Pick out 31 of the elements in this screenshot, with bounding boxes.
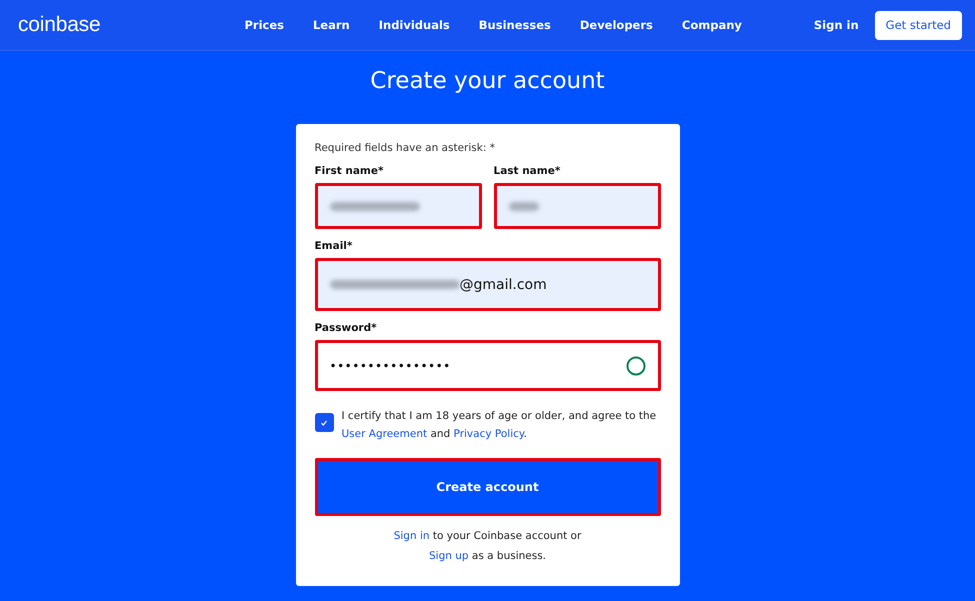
user-agreement-link[interactable]: User Agreement <box>342 428 428 440</box>
nav-link[interactable]: Individuals <box>364 18 464 32</box>
checkbox[interactable] <box>314 413 334 432</box>
privacy-policy-link[interactable]: Privacy Policy <box>454 428 524 440</box>
sign-in-link[interactable]: Sign in <box>394 530 430 542</box>
page-title: Create your account <box>370 68 605 94</box>
input-field[interactable]: @gmail.com <box>314 258 660 311</box>
logo[interactable]: coinbase <box>18 13 100 37</box>
nav-link[interactable]: Prices <box>230 18 298 32</box>
create-account-button[interactable]: Create account <box>314 458 660 516</box>
agreement-text: I certify that I am 18 years of age or older, and agree to the User Agreement and Privacy Policy. <box>342 409 658 442</box>
get-started-button[interactable]: Get started <box>874 10 962 40</box>
input-field[interactable] <box>494 183 660 229</box>
field-value: @gmail.com <box>460 276 547 292</box>
field-label: Last name* <box>494 165 562 177</box>
nav-link[interactable]: Developers <box>565 18 668 32</box>
footer-text: Sign in to your Coinbase account or <box>394 529 582 544</box>
password-field[interactable]: •••••••••••••••• <box>314 340 660 391</box>
required-note: Required fields have an asterisk: * <box>314 142 496 154</box>
field-value: •••••••••••••••• <box>330 358 451 372</box>
check-icon <box>320 418 328 426</box>
nav-link[interactable]: Businesses <box>464 18 566 32</box>
sign-in-link[interactable]: Sign in <box>814 18 859 32</box>
nav-link[interactable]: Learn <box>298 18 364 32</box>
input-field[interactable] <box>314 183 482 229</box>
field-label: First name* <box>314 165 384 177</box>
field-label: Email* <box>314 240 354 252</box>
nav-link[interactable]: Company <box>667 18 756 32</box>
field-label: Password* <box>314 322 378 334</box>
sign-up-link[interactable]: Sign up <box>428 550 469 562</box>
footer-text: Sign up as a business. <box>428 549 546 564</box>
